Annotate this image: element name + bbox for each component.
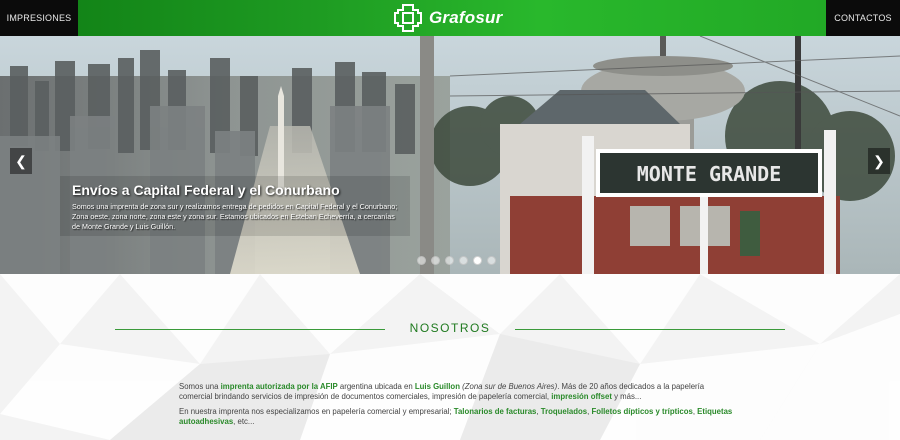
chevron-right-icon: ❯ bbox=[873, 152, 885, 169]
folletos-link[interactable]: Folletos dípticos y trípticos bbox=[591, 407, 692, 416]
about-paragraph-1: Somos una imprenta autorizada por la AFI… bbox=[179, 382, 705, 401]
hero-caption-body: Somos una imprenta de zona sur y realiza… bbox=[72, 202, 398, 231]
impresion-offset-link[interactable]: impresión offset bbox=[551, 392, 612, 401]
title-divider-right bbox=[515, 329, 785, 330]
hero-carousel: MONTE GRANDE ❮ ❯ Envíos a Capital Federa… bbox=[0, 36, 900, 274]
afip-link[interactable]: imprenta autorizada por la AFIP bbox=[221, 382, 338, 391]
grafosur-logo-icon bbox=[394, 4, 422, 32]
carousel-indicators bbox=[417, 256, 496, 265]
hero-caption: Envíos a Capital Federal y el Conurbano … bbox=[72, 182, 402, 232]
carousel-next-button[interactable]: ❯ bbox=[868, 148, 890, 174]
carousel-dot[interactable] bbox=[417, 256, 426, 265]
chevron-left-icon: ❮ bbox=[15, 152, 27, 169]
nav-contactos-button[interactable]: CONTACTOS bbox=[826, 0, 900, 36]
talonarios-link[interactable]: Talonarios de facturas bbox=[454, 407, 537, 416]
logo-text: Grafosur bbox=[429, 8, 503, 27]
grafosur-logo[interactable]: Grafosur bbox=[393, 2, 502, 34]
luis-guillon-link[interactable]: Luis Guillon bbox=[415, 382, 460, 391]
section-title: NOSOTROS bbox=[409, 321, 491, 335]
station-sign-text: MONTE GRANDE bbox=[637, 162, 782, 186]
carousel-dot[interactable] bbox=[431, 256, 440, 265]
top-navbar: IMPRESIONES Grafosur CONTACTOS bbox=[0, 0, 900, 36]
carousel-prev-button[interactable]: ❮ bbox=[10, 148, 32, 174]
nosotros-section: NOSOTROS Somos una imprenta autorizada p… bbox=[0, 274, 900, 440]
about-paragraph-2: En nuestra imprenta nos especializamos e… bbox=[179, 407, 733, 426]
hero-slide-image: MONTE GRANDE bbox=[0, 36, 900, 274]
title-divider-left bbox=[115, 329, 385, 330]
troquelados-link[interactable]: Troquelados bbox=[541, 407, 587, 416]
carousel-dot[interactable] bbox=[445, 256, 454, 265]
carousel-dot-active[interactable] bbox=[473, 256, 482, 265]
nav-impresiones-button[interactable]: IMPRESIONES bbox=[0, 0, 78, 36]
carousel-dot[interactable] bbox=[459, 256, 468, 265]
hero-caption-title: Envíos a Capital Federal y el Conurbano bbox=[72, 182, 340, 198]
carousel-dot[interactable] bbox=[487, 256, 496, 265]
